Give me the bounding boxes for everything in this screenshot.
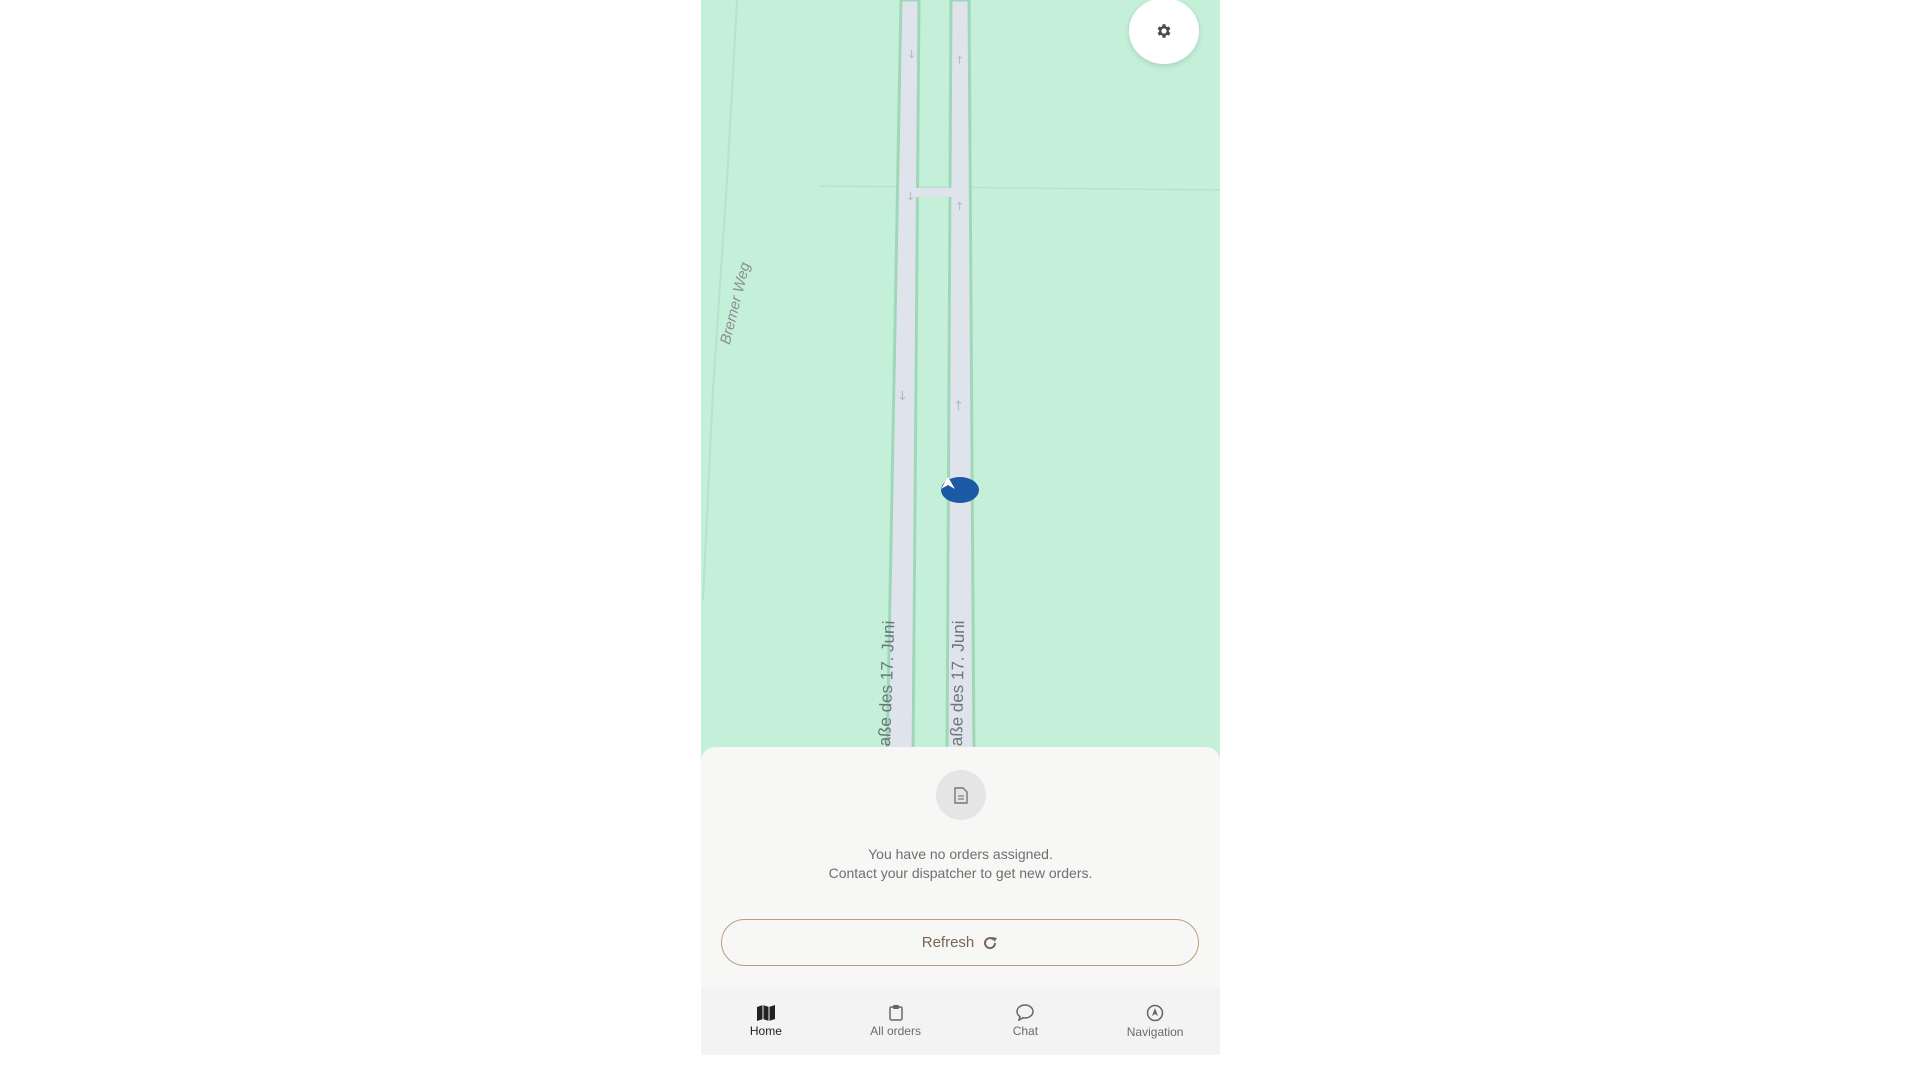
footpath (820, 185, 1220, 191)
current-location-marker (941, 477, 979, 503)
orders-sheet: You have no orders assigned. Contact you… (701, 747, 1220, 987)
clipboard-icon (888, 1005, 903, 1021)
document-icon-circle (936, 770, 986, 820)
navigation-arrow-icon (941, 477, 955, 489)
nav-item-home[interactable]: Home (701, 987, 831, 1055)
road-crossing (913, 188, 955, 197)
navigation-icon (1146, 1004, 1164, 1021)
refresh-button[interactable]: Refresh (721, 919, 1199, 966)
direction-arrow-down: ↓ (897, 389, 908, 404)
bottom-navigation: Home All orders Chat Navigation (701, 987, 1220, 1055)
direction-arrow-up: ↑ (955, 200, 964, 213)
direction-arrow-down: ↓ (907, 48, 916, 61)
nav-item-chat[interactable]: Chat (961, 987, 1091, 1055)
nav-label-all-orders: All orders (870, 1024, 921, 1038)
phone-screen: ↓ ↑ ↓ ↑ ↓ ↑ Bremer Weg aße des 17. Juni … (701, 0, 1220, 1055)
street-label-right: aße des 17. Juni (947, 620, 969, 747)
nav-label-navigation: Navigation (1126, 1024, 1184, 1039)
chat-bubble-icon (1016, 1004, 1035, 1021)
no-orders-message: You have no orders assigned. Contact you… (701, 845, 1220, 883)
document-icon (954, 786, 968, 804)
direction-arrow-up: ↑ (955, 54, 964, 67)
direction-arrow-down: ↓ (906, 190, 915, 203)
map-view[interactable]: ↓ ↑ ↓ ↑ ↓ ↑ Bremer Weg aße des 17. Juni … (701, 0, 1220, 760)
nav-item-navigation[interactable]: Navigation (1090, 987, 1220, 1055)
dispatcher-hint-line: Contact your dispatcher to get new order… (828, 865, 1093, 881)
nav-label-home: Home (749, 1023, 782, 1038)
refresh-label: Refresh (921, 934, 975, 951)
no-orders-line: You have no orders assigned. (868, 846, 1053, 862)
nav-label-chat: Chat (1012, 1024, 1039, 1038)
direction-arrow-up: ↑ (953, 399, 964, 414)
gear-icon (1157, 24, 1171, 38)
nav-item-all-orders[interactable]: All orders (831, 987, 961, 1055)
map-icon (756, 1004, 775, 1021)
settings-button[interactable] (1129, 0, 1199, 64)
refresh-icon (984, 936, 998, 949)
